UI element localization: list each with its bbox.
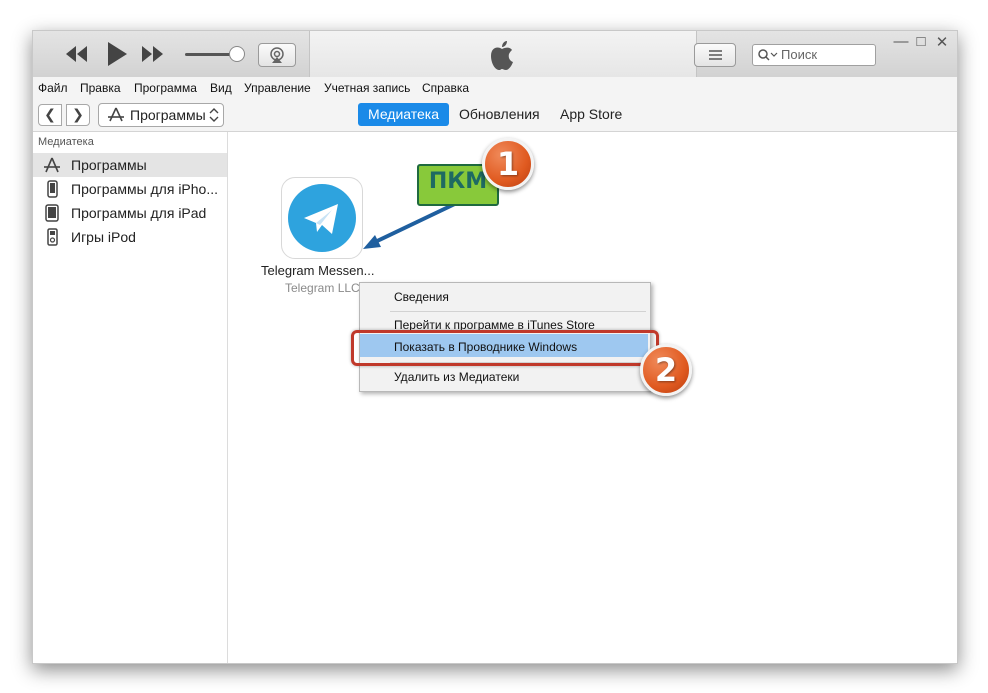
ipad-icon xyxy=(45,204,59,222)
highlight-frame xyxy=(351,330,659,366)
dropdown-label: Программы xyxy=(130,107,206,123)
context-separator xyxy=(390,311,646,312)
airplay-icon xyxy=(270,47,284,63)
app-name[interactable]: Telegram Messen... xyxy=(261,263,374,278)
sidebar-item-ipod-games[interactable]: Игры iPod xyxy=(33,225,227,249)
search-input[interactable]: Поиск xyxy=(752,44,876,66)
media-type-dropdown[interactable]: Программы xyxy=(98,103,224,127)
tab-app-store[interactable]: App Store xyxy=(560,103,622,126)
list-icon xyxy=(709,50,722,60)
titlebar: Поиск — □ ✕ xyxy=(33,31,957,77)
play-icon[interactable] xyxy=(105,41,129,67)
search-placeholder: Поиск xyxy=(781,47,818,62)
tab-library[interactable]: Медиатека xyxy=(358,103,450,126)
menu-file[interactable]: Файл xyxy=(38,81,68,95)
menu-controls[interactable]: Управление xyxy=(244,81,311,95)
updown-chevron-icon xyxy=(209,108,219,122)
airplay-button[interactable] xyxy=(258,43,296,67)
sidebar-item-label: Программы для iPho... xyxy=(71,181,219,197)
app-store-icon xyxy=(108,107,124,122)
volume-knob[interactable] xyxy=(229,46,245,62)
sidebar-item-ipad-apps[interactable]: Программы для iPad xyxy=(33,201,227,225)
volume-slider[interactable] xyxy=(185,53,235,56)
menu-account[interactable]: Учетная запись xyxy=(324,81,410,95)
sidebar-item-label: Программы xyxy=(71,157,147,173)
step-number: 2 xyxy=(654,351,678,389)
menu-view[interactable]: Вид xyxy=(210,81,232,95)
sidebar-heading: Медиатека xyxy=(38,136,94,148)
sidebar-item-iphone-apps[interactable]: Программы для iPho... xyxy=(33,177,227,201)
minimize-icon[interactable]: — xyxy=(891,33,911,50)
sidebar: Медиатека Программы Программы для iPho..… xyxy=(33,132,228,663)
telegram-icon xyxy=(288,184,356,252)
maximize-icon[interactable]: □ xyxy=(911,33,931,50)
ipod-icon xyxy=(47,228,58,246)
sidebar-item-label: Программы для iPad xyxy=(71,205,207,221)
list-view-button[interactable] xyxy=(694,43,736,67)
step-number: 1 xyxy=(496,145,520,183)
chevron-right-icon: ❯ xyxy=(72,106,84,122)
context-item-info[interactable]: Сведения xyxy=(394,290,449,304)
app-developer: Telegram LLC xyxy=(285,281,360,295)
apple-logo-icon xyxy=(491,41,513,70)
menu-bar: Файл Правка Программа Вид Управление Уче… xyxy=(33,77,957,99)
step-badge-2: 2 xyxy=(640,344,692,396)
nav-bar: ❮ ❯ Программы Медиатека Обновления App S… xyxy=(33,98,957,132)
search-icon xyxy=(758,49,778,61)
app-tile[interactable] xyxy=(281,177,363,259)
itunes-window: Поиск — □ ✕ Файл Правка Программа Вид Уп… xyxy=(32,30,958,664)
menu-program[interactable]: Программа xyxy=(134,81,197,95)
tab-updates[interactable]: Обновления xyxy=(459,103,540,126)
sidebar-item-programs[interactable]: Программы xyxy=(33,153,227,177)
step-badge-1: 1 xyxy=(482,138,534,190)
app-store-icon xyxy=(44,157,60,173)
lcd-display xyxy=(309,31,697,77)
forward-button[interactable]: ❯ xyxy=(66,104,90,126)
sidebar-item-label: Игры iPod xyxy=(71,229,136,245)
menu-help[interactable]: Справка xyxy=(422,81,469,95)
chevron-left-icon: ❮ xyxy=(44,106,56,122)
context-item-remove[interactable]: Удалить из Медиатеки xyxy=(394,370,519,384)
close-icon[interactable]: ✕ xyxy=(932,33,952,51)
rewind-icon[interactable] xyxy=(65,45,89,63)
fast-forward-icon[interactable] xyxy=(141,45,165,63)
iphone-icon xyxy=(47,180,58,198)
back-button[interactable]: ❮ xyxy=(38,104,62,126)
menu-edit[interactable]: Правка xyxy=(80,81,121,95)
